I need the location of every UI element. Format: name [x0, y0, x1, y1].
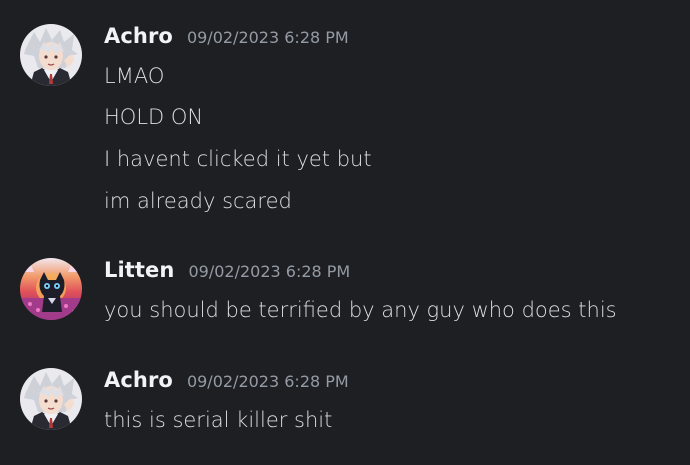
timestamp: 09/02/2023 6:28 PM: [186, 372, 349, 391]
avatar-achro[interactable]: [20, 24, 82, 86]
timestamp: 09/02/2023 6:28 PM: [188, 262, 351, 281]
message-header: Achro 09/02/2023 6:28 PM: [104, 368, 349, 398]
message-text: you should be terrified by any guy who d…: [104, 298, 617, 322]
message-header: Achro 09/02/2023 6:28 PM: [104, 24, 349, 54]
timestamp: 09/02/2023 6:28 PM: [186, 28, 349, 47]
message-header: Litten 09/02/2023 6:28 PM: [104, 258, 350, 288]
white-haired-anime-character-avatar-icon: [20, 24, 82, 86]
message-text: im already scared: [104, 189, 292, 213]
white-haired-anime-character-avatar-icon: [20, 368, 82, 430]
message-text: HOLD ON: [104, 105, 204, 129]
avatar-litten[interactable]: [20, 258, 82, 320]
chat-message-list: Achro 09/02/2023 6:28 PM LMAO HOLD ON I …: [0, 0, 690, 465]
black-cat-sunset-avatar-icon: [20, 258, 82, 320]
username[interactable]: Litten: [104, 258, 174, 282]
username[interactable]: Achro: [104, 24, 173, 48]
username[interactable]: Achro: [104, 368, 173, 392]
message-text: I havent clicked it yet but: [104, 147, 372, 171]
message-text: LMAO: [104, 64, 165, 88]
avatar-achro[interactable]: [20, 368, 82, 430]
message-text: this is serial killer shit: [104, 408, 333, 432]
